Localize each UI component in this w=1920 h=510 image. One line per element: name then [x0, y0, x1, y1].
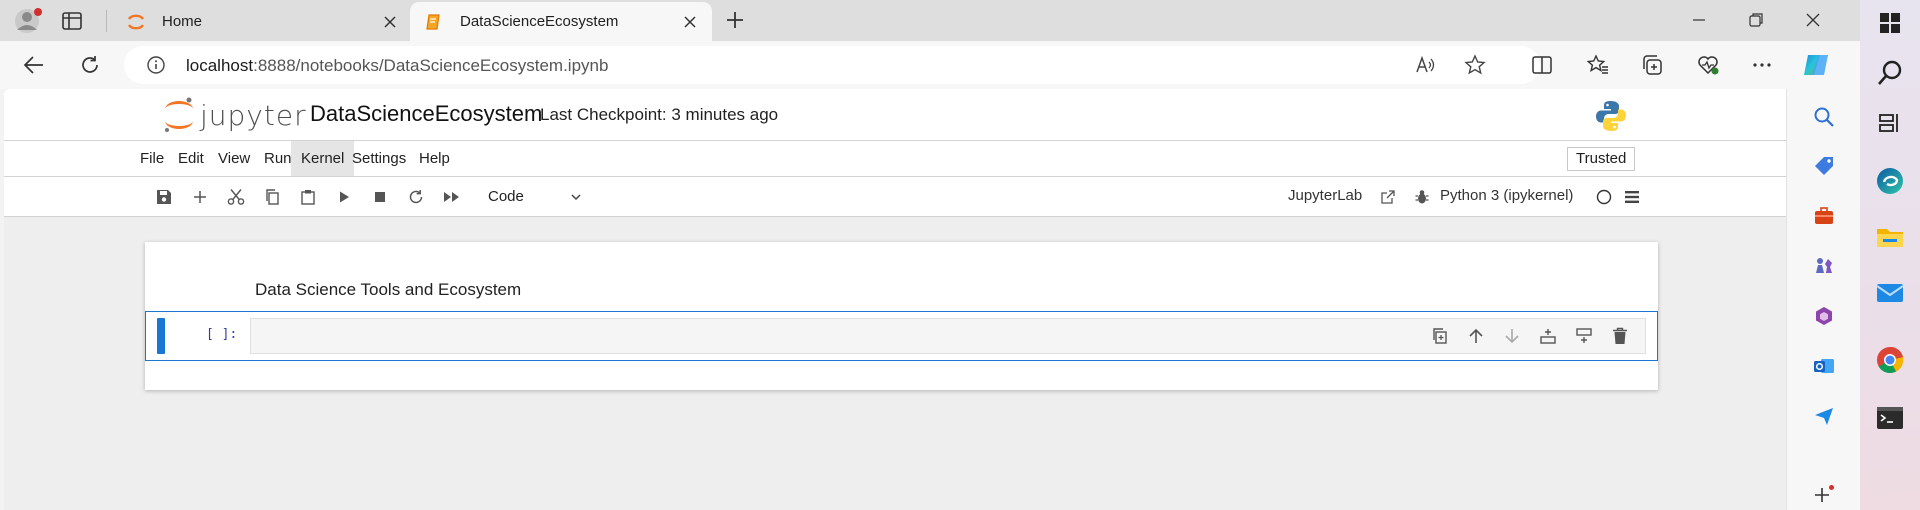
jupyter-logo-text: jupyter: [200, 98, 307, 132]
duplicate-cell-icon[interactable]: [1430, 326, 1450, 346]
url-host: localhost: [186, 56, 254, 75]
cell-prompt: [ ]:: [206, 327, 238, 342]
cell-active-indicator[interactable]: [157, 318, 165, 354]
tab-title: DataScienceEcosystem: [460, 13, 619, 30]
read-aloud-icon[interactable]: [1414, 54, 1436, 76]
menu-view[interactable]: View: [208, 141, 260, 176]
external-link-icon[interactable]: [1378, 187, 1398, 207]
insert-cell-below-icon[interactable]: [1574, 326, 1594, 346]
new-tab-icon[interactable]: [723, 8, 747, 32]
save-icon[interactable]: [154, 187, 174, 207]
terminal-icon[interactable]: [1875, 403, 1905, 433]
notebook-icon: [424, 12, 444, 32]
browser-essentials-icon[interactable]: [1696, 53, 1720, 77]
file-explorer-icon[interactable]: [1875, 222, 1905, 252]
favorite-star-icon[interactable]: [1464, 54, 1486, 76]
trusted-badge[interactable]: Trusted: [1567, 147, 1636, 171]
copy-icon[interactable]: [262, 187, 282, 207]
collections-icon[interactable]: [1640, 53, 1664, 77]
tab-title: Home: [162, 13, 203, 30]
close-icon[interactable]: [682, 14, 698, 30]
back-arrow-icon[interactable]: [20, 51, 48, 79]
search-icon[interactable]: [1811, 104, 1837, 130]
tab-actions-icon[interactable]: [60, 9, 84, 33]
jupyter-logo-icon: [165, 97, 193, 132]
games-chess-icon[interactable]: [1811, 253, 1837, 279]
jupyter-logo[interactable]: jupyter: [162, 95, 307, 135]
debugger-bug-icon[interactable]: [1412, 187, 1432, 207]
microsoft-365-icon[interactable]: [1811, 303, 1837, 329]
menu-settings[interactable]: Settings: [342, 141, 416, 176]
more-options-icon[interactable]: [1750, 53, 1774, 77]
move-up-icon[interactable]: [1466, 326, 1486, 346]
cell-type-select[interactable]: Code: [484, 184, 594, 210]
windows-start-icon[interactable]: [1875, 8, 1905, 38]
notebook-header: jupyter DataScienceEcosystem Last Checkp…: [4, 89, 1786, 141]
checkpoint-status: Last Checkpoint: 3 minutes ago: [540, 105, 779, 124]
menu-help[interactable]: Help: [409, 141, 460, 176]
menu-edit[interactable]: Edit: [168, 141, 214, 176]
cut-icon[interactable]: [226, 187, 246, 207]
windows-taskbar: [1860, 0, 1920, 510]
paste-icon[interactable]: [298, 187, 318, 207]
address-bar[interactable]: localhost:8888/notebooks/DataScienceEcos…: [124, 46, 1540, 84]
browser-toolbar: localhost:8888/notebooks/DataScienceEcos…: [0, 41, 1860, 89]
jupyterlab-link[interactable]: JupyterLab: [1288, 187, 1362, 204]
shopping-tag-icon[interactable]: [1811, 153, 1837, 179]
taskbar-search-icon[interactable]: [1875, 58, 1905, 88]
favorites-icon[interactable]: [1586, 53, 1610, 77]
notebook-toolbar: Code JupyterLab Python 3 (ipykernel): [4, 177, 1786, 217]
mail-icon[interactable]: [1875, 278, 1905, 308]
site-info-icon[interactable]: [146, 55, 166, 75]
window-close-icon[interactable]: [1784, 0, 1842, 40]
restore-icon[interactable]: [1727, 0, 1785, 40]
tab-home[interactable]: Home: [112, 2, 412, 41]
close-icon[interactable]: [382, 14, 398, 30]
code-cell[interactable]: [ ]:: [145, 311, 1658, 361]
notebook-page: jupyter DataScienceEcosystem Last Checkp…: [4, 89, 1786, 510]
copilot-icon[interactable]: [1800, 49, 1832, 81]
add-sidebar-app-icon[interactable]: [1813, 484, 1835, 506]
profile-avatar-icon[interactable]: [12, 5, 44, 37]
stop-icon[interactable]: [370, 187, 390, 207]
send-arrow-icon[interactable]: [1811, 403, 1837, 429]
move-down-icon[interactable]: [1502, 326, 1522, 346]
notebook-title[interactable]: DataScienceEcosystem: [310, 101, 542, 127]
minimize-icon[interactable]: [1670, 0, 1728, 40]
url-text[interactable]: localhost:8888/notebooks/DataScienceEcos…: [186, 56, 608, 76]
delete-cell-icon[interactable]: [1610, 326, 1630, 346]
chrome-icon[interactable]: [1875, 345, 1905, 375]
fast-forward-icon[interactable]: [442, 187, 462, 207]
run-icon[interactable]: [334, 187, 354, 207]
outlook-icon[interactable]: [1811, 353, 1837, 379]
insert-cell-above-icon[interactable]: [1538, 326, 1558, 346]
cell-type-value: Code: [488, 188, 524, 205]
notebook-cells-panel: Data Science Tools and Ecosystem [ ]:: [145, 242, 1658, 390]
notebook-menubar: File Edit View Run Kernel Settings Help …: [4, 141, 1786, 177]
jupyter-icon: [126, 12, 146, 32]
kernel-name[interactable]: Python 3 (ipykernel): [1440, 187, 1573, 204]
split-screen-icon[interactable]: [1530, 53, 1554, 77]
tab-divider: [106, 10, 107, 32]
markdown-cell[interactable]: Data Science Tools and Ecosystem: [255, 280, 521, 300]
edge-sidebar: [1786, 89, 1860, 510]
browser-tab-strip: Home DataScienceEcosystem: [0, 0, 1860, 41]
kernel-status-circle-icon: [1594, 187, 1614, 207]
add-cell-icon[interactable]: [190, 187, 210, 207]
tab-datascienceecosystem[interactable]: DataScienceEcosystem: [410, 2, 712, 41]
python-logo-icon: [1594, 99, 1628, 133]
url-path: :8888/notebooks/DataScienceEcosystem.ipy…: [253, 56, 609, 75]
menu-list-icon[interactable]: [1622, 187, 1642, 207]
edge-browser-icon[interactable]: [1875, 166, 1905, 196]
refresh-icon[interactable]: [76, 51, 104, 79]
chevron-down-icon: [570, 191, 582, 203]
restart-icon[interactable]: [406, 187, 426, 207]
task-view-icon[interactable]: [1875, 108, 1905, 138]
tools-briefcase-icon[interactable]: [1811, 203, 1837, 229]
